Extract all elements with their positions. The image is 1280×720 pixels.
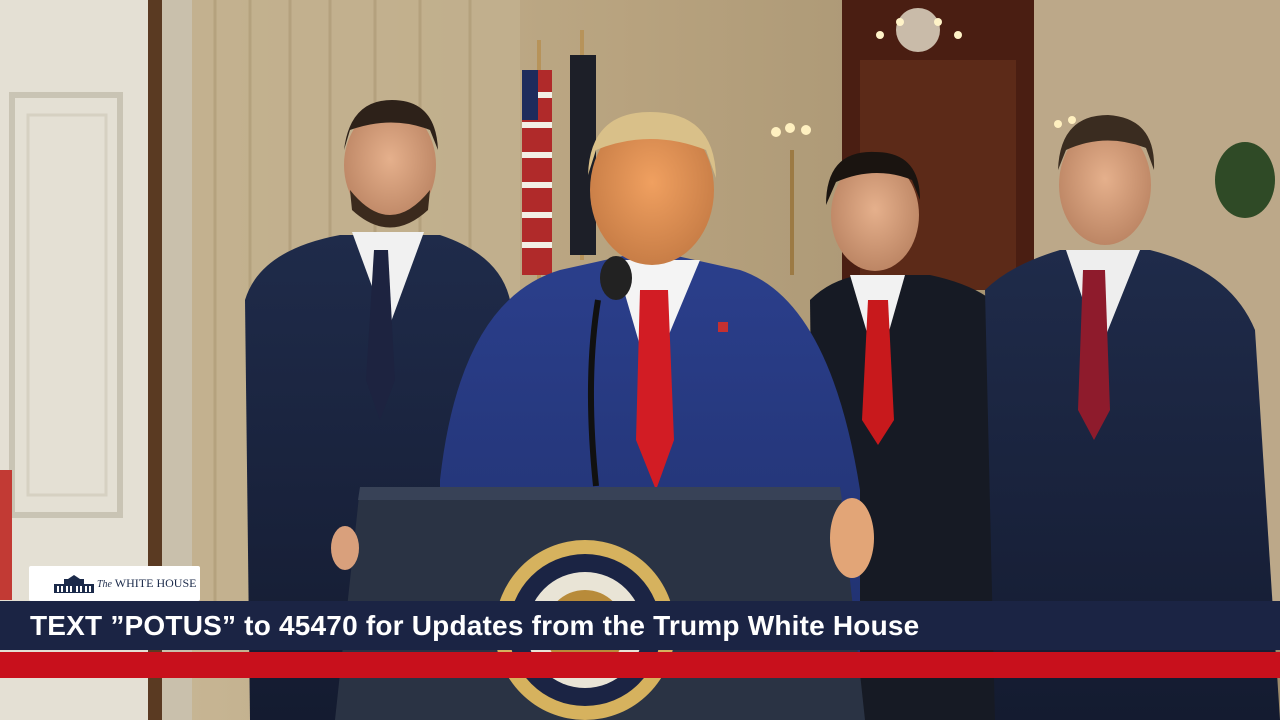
- chyron-text: TEXT ”POTUS” to 45470 for Updates from t…: [30, 609, 920, 641]
- white-house-icon: [54, 574, 94, 593]
- logo-name: WHITE HOUSE: [114, 576, 197, 590]
- logo-prefix: The: [97, 579, 112, 590]
- chyron-accent-bar: [0, 652, 1280, 678]
- white-house-logo: The WHITE HOUSE: [29, 566, 200, 601]
- dark-flag: [570, 30, 596, 260]
- chyron-bar: TEXT ”POTUS” to 45470 for Updates from t…: [0, 601, 1280, 650]
- logo-text: The WHITE HOUSE: [97, 576, 196, 591]
- american-flag: [522, 40, 552, 280]
